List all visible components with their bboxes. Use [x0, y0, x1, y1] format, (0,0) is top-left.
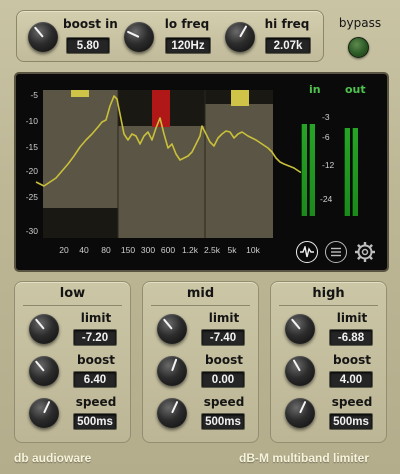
band-panel-high: high limit -6.88 boost 4.00 speed 500ms [270, 281, 387, 443]
band-speed-knob[interactable] [285, 398, 315, 428]
hi-freq-label: hi freq [264, 17, 310, 31]
y-axis-label: -10 [26, 116, 39, 126]
meter-scale-label: -3 [322, 112, 330, 122]
knob-pointer [126, 30, 140, 38]
gear-icon[interactable] [353, 240, 377, 264]
lo-freq-label: lo freq [164, 17, 210, 31]
x-axis-label: 5k [228, 245, 238, 255]
x-axis-label: 20 [59, 245, 69, 255]
waveform-icon[interactable] [296, 241, 318, 263]
band-panel-mid: mid limit -7.40 boost 0.00 speed 500ms [142, 281, 259, 443]
meter-scale-label: -12 [322, 160, 335, 170]
band-speed-value[interactable]: 500ms [201, 413, 245, 430]
brand-name: db audioware [14, 451, 92, 465]
band-divider [151, 305, 250, 306]
list-glyph [331, 247, 341, 257]
band-title: low [59, 286, 86, 301]
band-title: mid [186, 286, 215, 301]
band-boost-value[interactable]: 4.00 [329, 371, 373, 388]
meter-scale-label: -6 [322, 132, 330, 142]
high-gain-reduction-indicator [231, 90, 249, 106]
band-boost-label: boost [77, 353, 115, 367]
y-axis-label: -5 [30, 90, 38, 100]
list-icon[interactable] [325, 241, 347, 263]
out-meter-left [344, 128, 350, 216]
band-speed-knob[interactable] [157, 398, 187, 428]
boost-in-knob[interactable] [28, 22, 58, 52]
x-axis-label: 2.5k [204, 245, 221, 255]
band-limit-knob[interactable] [29, 314, 59, 344]
band-limit-knob[interactable] [157, 314, 187, 344]
x-axis-label: 150 [121, 245, 135, 255]
band-boost-knob[interactable] [285, 356, 315, 386]
knob-pointer [162, 318, 173, 330]
knob-pointer [171, 400, 179, 414]
in-meter-left [301, 124, 307, 216]
hi-freq-knob[interactable] [225, 22, 255, 52]
x-axis-label: 80 [101, 245, 111, 255]
product-name: dB-M multiband limiter [239, 451, 369, 465]
knob-pointer [34, 318, 45, 330]
knob-pointer [43, 400, 51, 414]
x-axis-label: 10k [246, 245, 260, 255]
band-boost-label: boost [333, 353, 371, 367]
y-axis-label: -25 [26, 192, 39, 202]
knob-pointer [290, 318, 301, 330]
band-speed-value[interactable]: 500ms [329, 413, 373, 430]
band-limit-label: limit [80, 311, 112, 325]
band-speed-knob[interactable] [29, 398, 59, 428]
bypass-button[interactable] [348, 37, 369, 58]
knob-pointer [239, 25, 248, 38]
hi-freq-value[interactable]: 2.07k [265, 37, 311, 54]
band-boost-label: boost [205, 353, 243, 367]
y-axis-label: -20 [26, 166, 39, 176]
band-divider [279, 305, 378, 306]
band-title: high [312, 286, 345, 301]
band-limit-label: limit [208, 311, 240, 325]
knob-pointer [299, 400, 307, 414]
band-panel-low: low limit -7.20 boost 6.40 speed 500ms [14, 281, 131, 443]
band-boost-value[interactable]: 6.40 [73, 371, 117, 388]
out-meter-right [352, 128, 358, 216]
out-meter-label: out [345, 83, 366, 96]
x-axis-label: 600 [161, 245, 175, 255]
band-boost-value[interactable]: 0.00 [201, 371, 245, 388]
knob-pointer [34, 360, 45, 372]
in-meter-right [309, 124, 315, 216]
lo-freq-knob[interactable] [124, 22, 154, 52]
band-limit-value[interactable]: -7.20 [73, 329, 117, 346]
x-axis-label: 300 [141, 245, 155, 255]
band-divider [23, 305, 122, 306]
knob-pointer [292, 359, 301, 372]
waveform-glyph [300, 246, 314, 258]
lo-freq-value[interactable]: 120Hz [165, 37, 211, 54]
y-axis-label: -15 [26, 142, 39, 152]
band-limit-knob[interactable] [285, 314, 315, 344]
low-gain-reduction-indicator [71, 90, 89, 97]
bypass-label: bypass [338, 16, 382, 30]
x-axis-label: 1.2k [182, 245, 199, 255]
band-speed-label: speed [203, 395, 245, 409]
band-limit-value[interactable]: -6.88 [329, 329, 373, 346]
band-boost-knob[interactable] [157, 356, 187, 386]
mid-band-region [118, 126, 205, 238]
boost-in-label: boost in [63, 17, 118, 31]
in-meter-label: in [309, 83, 321, 96]
band-limit-value[interactable]: -7.40 [201, 329, 245, 346]
high-band-region [205, 104, 273, 238]
boost-in-value[interactable]: 5.80 [66, 37, 110, 54]
meter-scale-label: -24 [320, 194, 333, 204]
gear-glyph [355, 242, 375, 262]
band-speed-label: speed [75, 395, 117, 409]
band-boost-knob[interactable] [29, 356, 59, 386]
knob-pointer [33, 26, 44, 38]
low-band-region [43, 90, 118, 208]
band-limit-label: limit [336, 311, 368, 325]
band-speed-value[interactable]: 500ms [73, 413, 117, 430]
band-speed-label: speed [331, 395, 373, 409]
y-axis-label: -30 [26, 226, 39, 236]
knob-pointer [171, 358, 178, 372]
x-axis-label: 40 [79, 245, 89, 255]
spectrum-display: -5 -10 -15 -20 -25 -30 20 40 80 150 300 600 1.2k 2.5… [14, 72, 389, 272]
